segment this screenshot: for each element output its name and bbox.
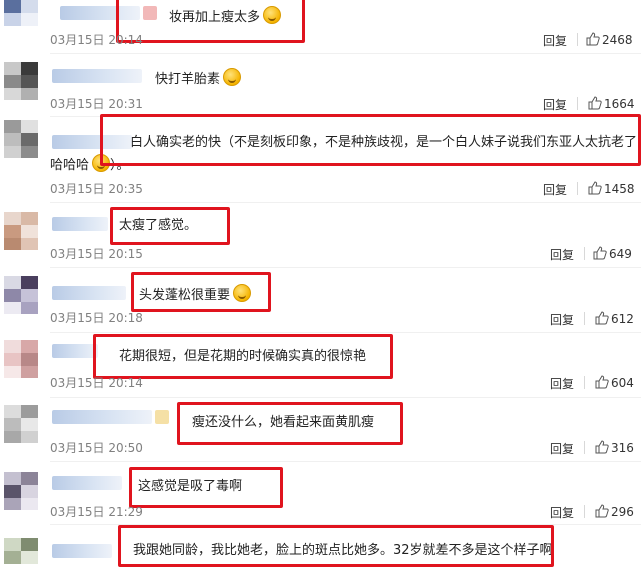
highlight-box xyxy=(177,402,403,445)
reply-button[interactable]: 回复 xyxy=(550,375,574,392)
username[interactable] xyxy=(52,544,112,558)
comment-timestamp: 03月15日 20:14 xyxy=(50,33,143,47)
reply-button[interactable]: 回复 xyxy=(543,32,567,49)
highlight-box xyxy=(129,467,283,508)
avatar[interactable] xyxy=(4,62,38,100)
comment-timestamp: 03月15日 21:29 xyxy=(50,505,143,519)
avatar[interactable] xyxy=(4,212,38,250)
highlight-box xyxy=(131,272,271,312)
thumbs-up-icon xyxy=(595,440,609,454)
username[interactable] xyxy=(52,410,152,424)
reply-button[interactable]: 回复 xyxy=(543,96,567,113)
avatar[interactable] xyxy=(4,276,38,314)
avatar[interactable] xyxy=(4,120,38,158)
username[interactable] xyxy=(52,476,122,490)
reply-button[interactable]: 回复 xyxy=(550,504,574,521)
reply-button[interactable]: 回复 xyxy=(543,181,567,198)
like-button[interactable]: 1664 xyxy=(588,96,635,111)
username[interactable] xyxy=(52,69,142,83)
comment-timestamp: 03月15日 20:50 xyxy=(50,441,143,455)
thumbs-up-icon xyxy=(586,32,600,46)
like-button[interactable]: 612 xyxy=(595,311,634,326)
like-button[interactable]: 316 xyxy=(595,440,634,455)
comment-timestamp: 03月15日 20:35 xyxy=(50,182,143,196)
username[interactable] xyxy=(52,286,126,300)
avatar[interactable] xyxy=(4,472,38,510)
thumbs-up-icon xyxy=(588,96,602,110)
highlight-box xyxy=(100,114,641,166)
like-button[interactable]: 1458 xyxy=(588,181,635,196)
comment-timestamp: 03月15日 20:15 xyxy=(50,247,143,261)
reply-button[interactable]: 回复 xyxy=(550,246,574,263)
like-button[interactable]: 2468 xyxy=(586,32,633,47)
username-badge xyxy=(155,410,169,424)
thumbs-up-icon xyxy=(595,504,609,518)
highlight-box xyxy=(93,334,393,379)
avatar[interactable] xyxy=(4,405,38,443)
username[interactable] xyxy=(52,344,98,358)
comment-timestamp: 03月15日 20:31 xyxy=(50,97,143,111)
thumbs-up-icon xyxy=(588,181,602,195)
crying-face-icon xyxy=(223,68,242,86)
highlight-box xyxy=(118,525,554,567)
like-button[interactable]: 604 xyxy=(595,375,634,390)
comment-text: 快打羊胎素 xyxy=(155,68,242,89)
like-button[interactable]: 649 xyxy=(593,246,632,261)
thumbs-up-icon xyxy=(593,246,607,260)
avatar[interactable] xyxy=(4,538,38,569)
comment-timestamp: 03月15日 20:14 xyxy=(50,376,143,390)
comment-timestamp: 03月15日 20:18 xyxy=(50,311,143,325)
thumbs-up-icon xyxy=(595,375,609,389)
thumbs-up-icon xyxy=(595,311,609,325)
avatar[interactable] xyxy=(4,0,38,30)
avatar[interactable] xyxy=(4,340,38,378)
like-button[interactable]: 296 xyxy=(595,504,634,519)
reply-button[interactable]: 回复 xyxy=(550,311,574,328)
reply-button[interactable]: 回复 xyxy=(550,440,574,457)
username[interactable] xyxy=(52,217,108,231)
highlight-box xyxy=(110,207,230,245)
highlight-box xyxy=(116,0,305,43)
